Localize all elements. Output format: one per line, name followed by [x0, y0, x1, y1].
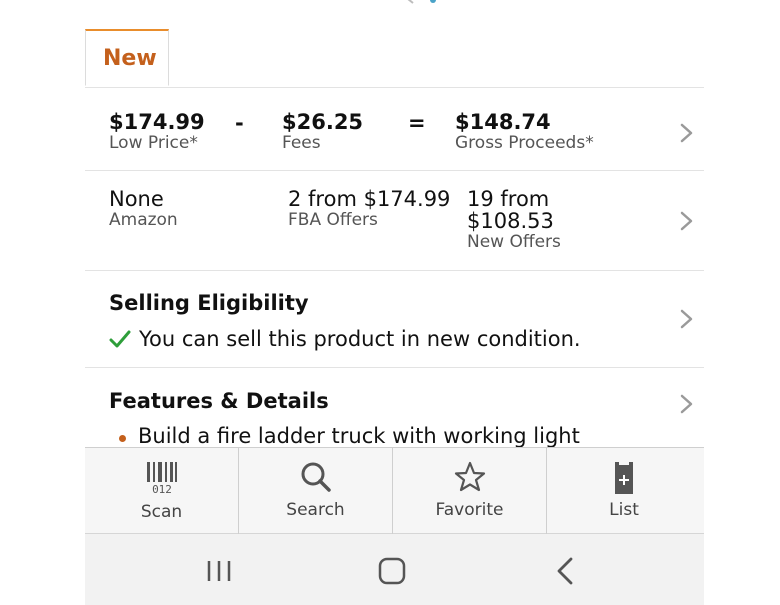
list-add-icon	[547, 460, 701, 496]
star-icon	[393, 460, 546, 496]
new-offers-label: New Offers	[467, 232, 561, 252]
gross-proceeds-value: $148.74	[455, 110, 551, 134]
new-offers-value-line1: 19 from	[467, 187, 550, 211]
eligibility-status-text: You can sell this product in new conditi…	[139, 327, 581, 351]
features-details-heading: Features & Details	[109, 389, 329, 413]
nav-list-button[interactable]: List	[547, 448, 701, 534]
nav-list-label: List	[609, 500, 639, 520]
gross-proceeds-cell: $148.74 Gross Proceeds*	[455, 111, 594, 153]
chevron-right-icon	[680, 211, 694, 231]
barcode-digits: 012	[152, 483, 172, 496]
app-screen: New $174.99 Low Price* - $26.25 Fees = $…	[85, 0, 704, 605]
barcode-scan-icon: 012	[85, 460, 238, 496]
fees-cell: $26.25 Fees	[282, 111, 363, 153]
low-price-value: $174.99	[109, 110, 205, 134]
amazon-offers-value: None	[109, 187, 164, 211]
gross-proceeds-label: Gross Proceeds*	[455, 133, 594, 153]
nav-favorite-label: Favorite	[435, 500, 504, 520]
bullet-icon	[119, 435, 126, 442]
feature-list-item: Build a fire ladder truck with working l…	[119, 424, 580, 447]
equals-sign: =	[408, 111, 426, 135]
chevron-right-icon	[680, 309, 694, 329]
low-price-cell: $174.99 Low Price*	[109, 111, 205, 153]
nav-favorite-button[interactable]: Favorite	[393, 448, 547, 534]
fba-offers-value: 2 from $174.99	[288, 187, 451, 211]
search-icon	[239, 460, 392, 496]
nav-search-button[interactable]: Search	[239, 448, 393, 534]
new-offers-value-line2: $108.53	[467, 209, 554, 233]
feature-item-text: Build a fire ladder truck with working l…	[138, 424, 580, 447]
new-offers-cell: 19 from $108.53 New Offers	[467, 188, 561, 252]
selling-eligibility-row[interactable]: Selling Eligibility You can sell this pr…	[85, 271, 704, 368]
chevron-right-icon	[680, 123, 694, 143]
offers-row[interactable]: None Amazon 2 from $174.99 FBA Offers 19…	[85, 171, 704, 271]
chevron-right-icon	[680, 394, 694, 414]
nav-scan-label: Scan	[140, 502, 183, 522]
nav-search-label: Search	[286, 500, 345, 520]
checkmark-icon	[109, 329, 131, 349]
product-image-partial	[385, 0, 505, 4]
minus-sign: -	[235, 111, 244, 135]
back-icon[interactable]	[546, 554, 586, 588]
low-price-label: Low Price*	[109, 133, 198, 153]
amazon-offers-cell: None Amazon	[109, 188, 178, 230]
bottom-nav-bar: 012 Scan Search Favorite List	[85, 447, 704, 534]
home-icon[interactable]	[372, 554, 412, 588]
fees-label: Fees	[282, 133, 321, 153]
fba-offers-label: FBA Offers	[288, 210, 378, 230]
nav-scan-button[interactable]: 012 Scan	[85, 448, 239, 534]
fees-value: $26.25	[282, 110, 364, 134]
selling-eligibility-heading: Selling Eligibility	[109, 291, 309, 315]
tab-new-label: New	[103, 46, 157, 71]
profit-summary-row[interactable]: $174.99 Low Price* - $26.25 Fees = $148.…	[85, 87, 704, 171]
fba-offers-cell: 2 from $174.99 FBA Offers	[288, 188, 450, 230]
eligibility-status: You can sell this product in new conditi…	[109, 327, 581, 351]
condition-tab-bar: New	[85, 29, 704, 88]
system-nav-bar	[85, 534, 704, 605]
recent-apps-icon[interactable]	[199, 554, 239, 588]
amazon-offers-label: Amazon	[109, 210, 178, 230]
features-details-row[interactable]: Features & Details Build a fire ladder t…	[85, 368, 704, 447]
tab-new[interactable]: New	[85, 29, 169, 86]
